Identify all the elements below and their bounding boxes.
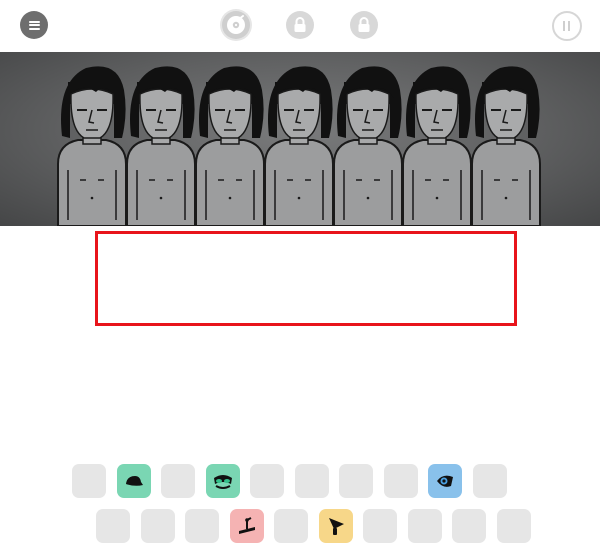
performer-3[interactable] (195, 66, 265, 226)
menu-icon (28, 20, 40, 30)
pause-button[interactable] (552, 11, 582, 41)
sound-icon-goggles[interactable] (205, 464, 240, 498)
empty-slot[interactable] (496, 509, 531, 543)
mode-button-normal[interactable] (222, 11, 250, 39)
top-bar (0, 0, 600, 50)
empty-slot[interactable] (250, 464, 284, 498)
empty-slot[interactable] (185, 509, 219, 543)
empty-slot[interactable] (161, 464, 195, 498)
empty-slot[interactable] (72, 464, 106, 498)
empty-slot[interactable] (339, 464, 373, 498)
eye-icon (434, 470, 456, 492)
empty-slot[interactable] (96, 509, 130, 543)
mode-button-locked-2[interactable] (350, 11, 378, 39)
menu-button[interactable] (20, 11, 48, 39)
performer-1[interactable] (57, 66, 127, 226)
sound-icon-horn[interactable] (318, 509, 353, 543)
empty-slot[interactable] (294, 464, 329, 498)
hat-icon (123, 470, 145, 492)
performer-4[interactable] (264, 66, 334, 226)
performer-7[interactable] (471, 66, 541, 226)
lock-icon (358, 17, 370, 32)
sound-icon-eye[interactable] (428, 464, 462, 498)
empty-slot[interactable] (472, 464, 507, 498)
performers (57, 66, 541, 226)
empty-slot[interactable] (407, 509, 442, 543)
empty-slot[interactable] (274, 509, 308, 543)
sound-icon-hat[interactable] (116, 464, 151, 498)
goggles-icon (211, 469, 235, 493)
performer-stage (0, 52, 600, 226)
lock-icon (294, 17, 306, 32)
horn-icon (325, 515, 347, 537)
performer-2[interactable] (126, 66, 196, 226)
turntable-arm-icon (236, 515, 258, 537)
empty-slot[interactable] (140, 509, 175, 543)
performer-5[interactable] (333, 66, 403, 226)
empty-slot[interactable] (363, 509, 397, 543)
highlight-box (95, 231, 517, 326)
empty-slot[interactable] (383, 464, 418, 498)
empty-slot[interactable] (452, 509, 486, 543)
vinyl-record-icon (227, 15, 245, 34)
performer-6[interactable] (402, 66, 472, 226)
mode-button-locked-1[interactable] (286, 11, 314, 39)
sound-icon-turntable-arm[interactable] (229, 509, 264, 543)
